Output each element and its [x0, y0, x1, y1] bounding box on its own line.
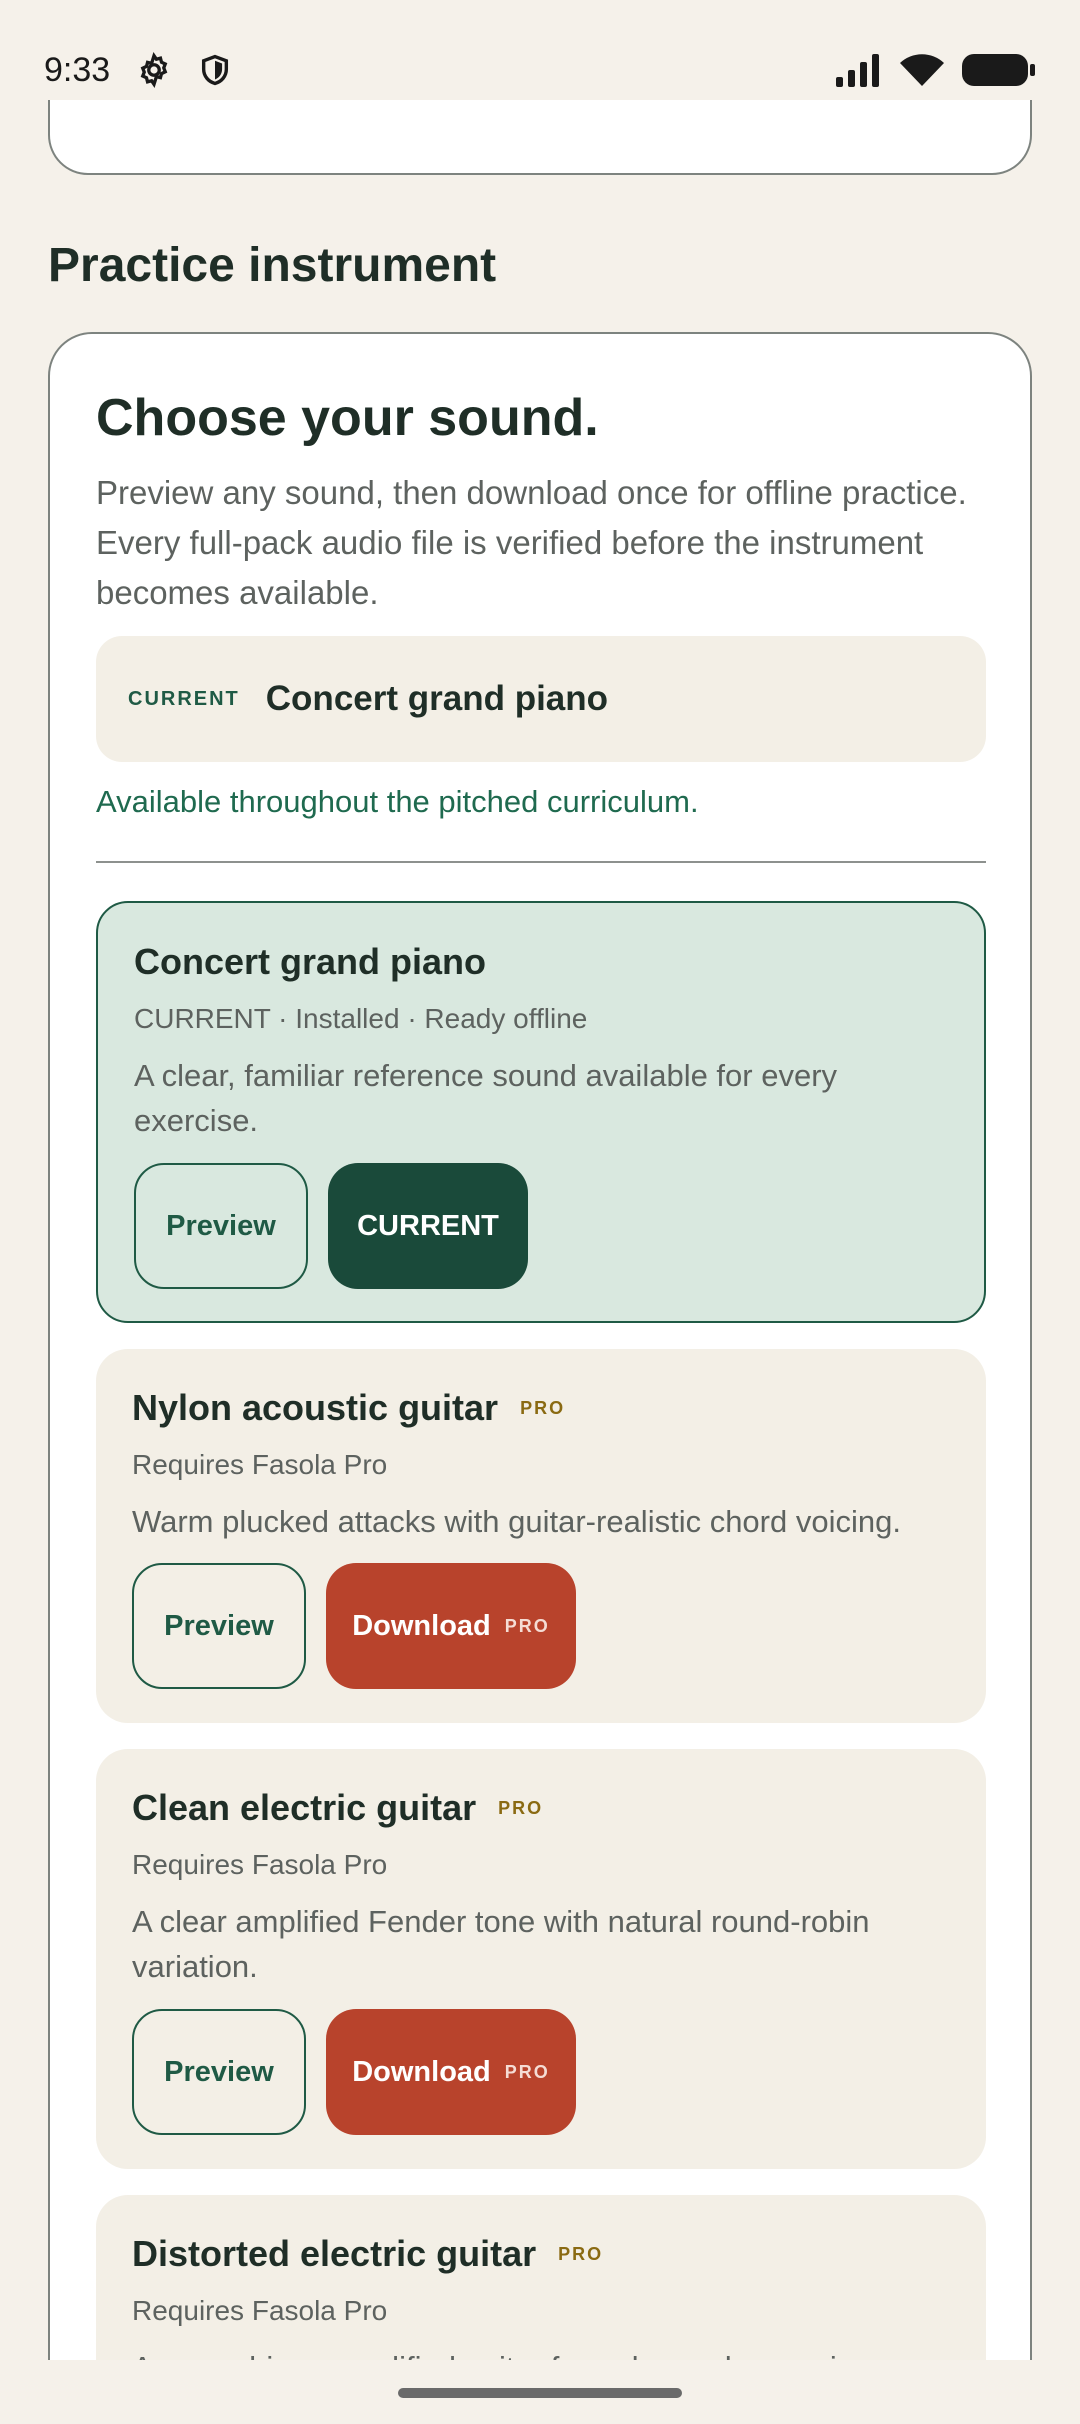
preview-label: Preview	[164, 2055, 274, 2088]
preview-button[interactable]: Preview	[134, 1163, 308, 1289]
section-title: Practice instrument	[48, 239, 497, 292]
instrument-card-concert-grand-piano[interactable]: Concert grand piano CURRENT · Installed …	[96, 901, 986, 1323]
pro-badge: PRO	[520, 1397, 566, 1418]
current-instrument-box: CURRENT Concert grand piano	[96, 636, 986, 762]
instrument-card-distorted-electric-guitar[interactable]: Distorted electric guitar PRO Requires F…	[96, 2195, 986, 2360]
preview-label: Preview	[166, 1209, 276, 1242]
instrument-status: Requires Fasola Pro	[132, 2295, 388, 2326]
divider	[96, 861, 986, 863]
instrument-card-nylon-acoustic-guitar[interactable]: Nylon acoustic guitar PRO Requires Fasol…	[96, 1349, 986, 1723]
download-label: Download	[352, 2055, 491, 2088]
instrument-title: Clean electric guitar PRO	[132, 1787, 543, 1829]
instrument-status: Requires Fasola Pro	[132, 1849, 388, 1880]
card-description: Preview any sound, then download once fo…	[96, 474, 967, 611]
download-pro-badge: PRO	[504, 2061, 550, 2082]
instrument-picker-card: Choose your sound. Preview any sound, th…	[48, 332, 1032, 2360]
home-indicator[interactable]	[398, 2388, 682, 2398]
shield-icon	[198, 52, 232, 88]
battery-icon	[962, 53, 1036, 87]
gear-icon	[136, 52, 172, 88]
wifi-icon	[900, 53, 944, 87]
current-label: CURRENT	[357, 1209, 499, 1242]
current-instrument-name: Concert grand piano	[265, 679, 609, 718]
instrument-description: A clear, familiar reference sound availa…	[134, 1058, 838, 1138]
download-button[interactable]: Download PRO	[326, 2009, 576, 2135]
instrument-status: CURRENT · Installed · Ready offline	[134, 1003, 588, 1034]
card-title: Choose your sound.	[96, 389, 599, 447]
scroll-content[interactable]: Practice instrument Choose your sound. P…	[0, 140, 1080, 2360]
download-label: Download	[352, 1609, 491, 1642]
download-pro-badge: PRO	[504, 1615, 550, 1636]
instrument-description: Warm plucked attacks with guitar-realist…	[132, 1504, 901, 1539]
instrument-name: Distorted electric guitar	[132, 2233, 537, 2274]
instrument-title: Nylon acoustic guitar PRO	[132, 1387, 565, 1429]
availability-text: Available throughout the pitched curricu…	[96, 784, 699, 819]
instrument-name: Nylon acoustic guitar	[132, 1387, 499, 1428]
preview-button[interactable]: Preview	[132, 1563, 306, 1689]
signal-icon	[836, 53, 882, 87]
preview-label: Preview	[164, 1609, 274, 1642]
pro-badge: PRO	[498, 1797, 544, 1818]
current-button[interactable]: CURRENT	[328, 1163, 528, 1289]
download-button[interactable]: Download PRO	[326, 1563, 576, 1689]
instrument-description: An overdriven amplified guitar for a den…	[132, 2345, 952, 2360]
instrument-status: Requires Fasola Pro	[132, 1449, 388, 1480]
instrument-title: Concert grand piano	[134, 941, 486, 983]
instrument-title: Distorted electric guitar PRO	[132, 2233, 603, 2275]
instrument-description: A clear amplified Fender tone with natur…	[132, 1904, 870, 1984]
current-tag: CURRENT	[128, 687, 240, 710]
clock: 9:33	[44, 50, 111, 89]
pro-badge: PRO	[558, 2243, 604, 2264]
instrument-card-clean-electric-guitar[interactable]: Clean electric guitar PRO Requires Fasol…	[96, 1749, 986, 2169]
instrument-name: Concert grand piano	[134, 941, 487, 982]
instrument-name: Clean electric guitar	[132, 1787, 477, 1828]
preview-button[interactable]: Preview	[132, 2009, 306, 2135]
